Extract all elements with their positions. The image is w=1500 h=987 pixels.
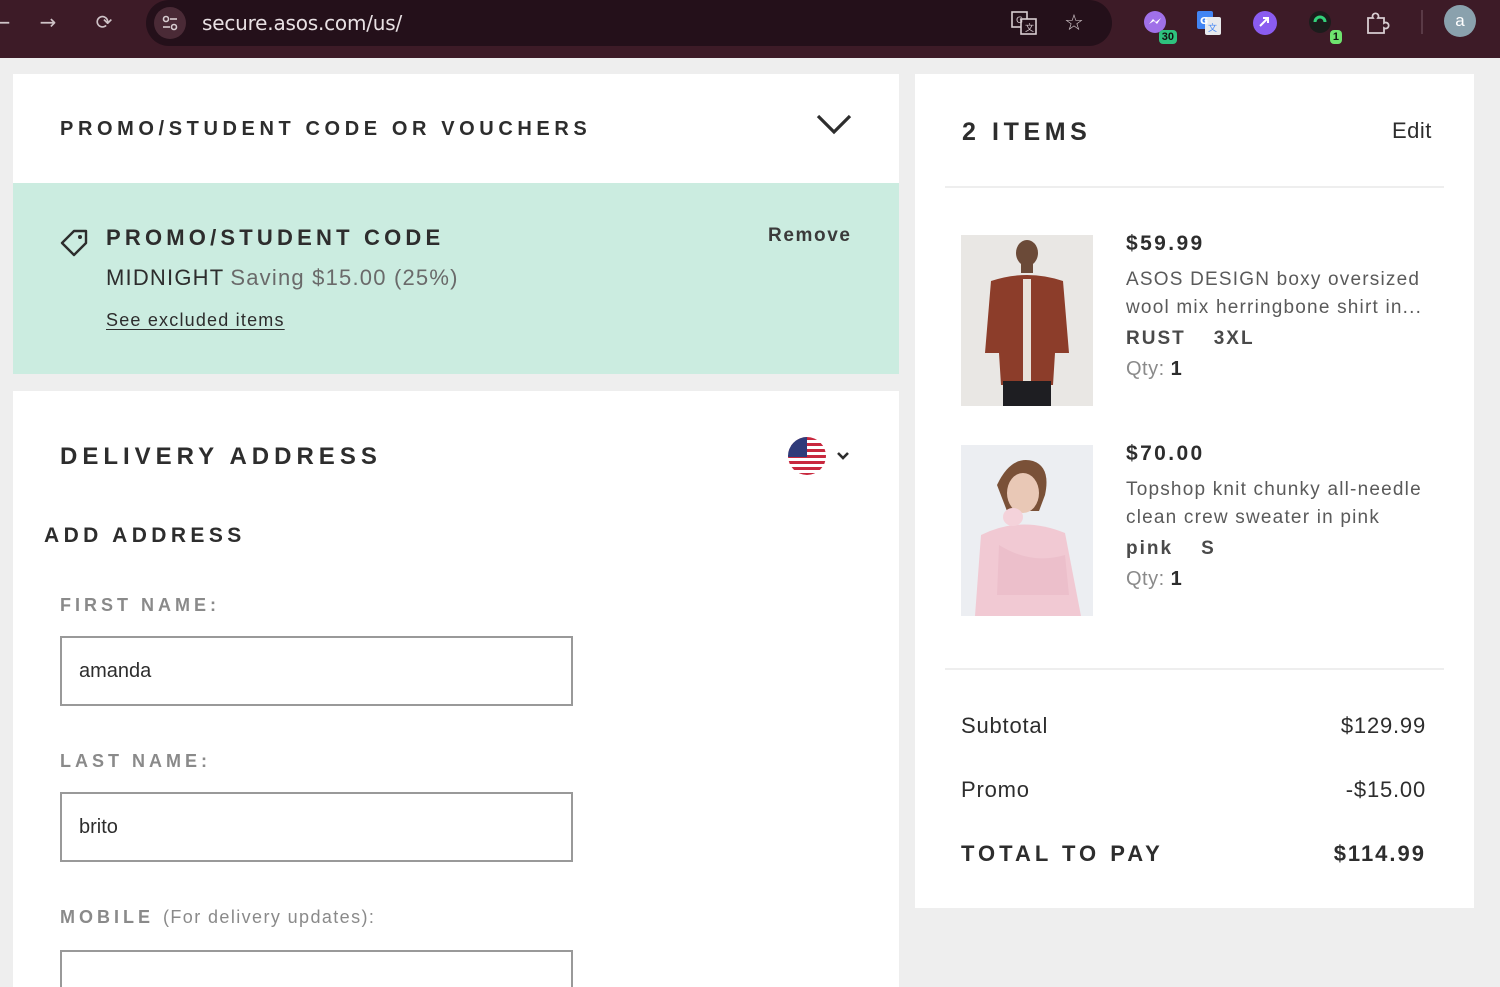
- item-color: pink: [1126, 538, 1174, 559]
- address-bar[interactable]: secure.asos.com/us/ G文 ☆: [146, 0, 1112, 46]
- total-row: TOTAL TO PAY $114.99: [961, 841, 1426, 867]
- promo-section-title[interactable]: PROMO/STUDENT CODE OR VOUCHERS: [60, 118, 591, 141]
- green-shield-extension-icon[interactable]: 1: [1304, 6, 1342, 44]
- qty-label: Qty:: [1126, 358, 1165, 380]
- promo-row: Promo -$15.00: [961, 777, 1426, 803]
- edit-bag-button[interactable]: Edit: [1392, 118, 1432, 144]
- promo-label: Promo: [961, 777, 1030, 802]
- item-size: S: [1201, 538, 1216, 559]
- site-info-icon[interactable]: [154, 7, 186, 39]
- remove-promo-button[interactable]: Remove: [768, 225, 852, 247]
- item-price: $70.00: [1126, 442, 1205, 465]
- mobile-label-text: MOBILE: [60, 907, 154, 927]
- translate-page-icon[interactable]: G文: [1009, 8, 1039, 38]
- subtotal-label: Subtotal: [961, 713, 1049, 738]
- us-flag-icon[interactable]: [788, 437, 826, 475]
- item-qty: Qty: 1: [1126, 568, 1426, 591]
- qty-value: 1: [1170, 358, 1183, 380]
- promo-code: MIDNIGHT: [106, 265, 225, 290]
- extension-badge: 1: [1329, 30, 1342, 44]
- price-tag-icon: [58, 227, 90, 259]
- applied-promo-box: PROMO/STUDENT CODE Remove MIDNIGHT Saving…: [13, 183, 899, 374]
- item-attributes: pink S: [1126, 538, 1426, 560]
- bag-item: $70.00 Topshop knit chunky all-needle cl…: [1126, 442, 1426, 591]
- last-name-label: LAST NAME:: [60, 751, 211, 771]
- delivery-address-title: DELIVERY ADDRESS: [60, 443, 382, 470]
- item-color: RUST: [1126, 328, 1186, 349]
- svg-text:G: G: [1016, 16, 1023, 26]
- promo-value: -$15.00: [1345, 777, 1426, 802]
- reload-icon[interactable]: ⟳: [88, 6, 120, 38]
- mobile-field[interactable]: [60, 950, 573, 987]
- url-text[interactable]: secure.asos.com/us/: [202, 11, 402, 35]
- item-qty: Qty: 1: [1126, 358, 1426, 381]
- qty-value: 1: [1170, 568, 1183, 590]
- toolbar-separator: [1421, 10, 1423, 34]
- product-image-sweater[interactable]: [961, 445, 1093, 616]
- total-value: $114.99: [1333, 841, 1426, 866]
- purple-link-extension-icon[interactable]: [1248, 6, 1282, 40]
- messenger-extension-icon[interactable]: 30: [1139, 6, 1177, 44]
- extensions-puzzle-icon[interactable]: [1360, 6, 1394, 40]
- country-chevron-down-icon[interactable]: [835, 449, 851, 461]
- bag-item: $59.99 ASOS DESIGN boxy oversized wool m…: [1126, 232, 1426, 381]
- google-translate-extension-icon[interactable]: G文: [1192, 6, 1226, 40]
- promo-saving-line: MIDNIGHT Saving $15.00 (25%): [106, 265, 459, 291]
- see-excluded-items-link[interactable]: See excluded items: [106, 310, 285, 331]
- total-label: TOTAL TO PAY: [961, 841, 1164, 866]
- divider: [945, 186, 1444, 188]
- add-address-title: ADD ADDRESS: [44, 524, 246, 547]
- item-attributes: RUST 3XL: [1126, 328, 1426, 350]
- items-count-title: 2 ITEMS: [962, 118, 1092, 146]
- order-summary-panel: 2 ITEMS Edit $59.99 ASOS DESIGN boxy ove…: [915, 74, 1474, 908]
- qty-label: Qty:: [1126, 568, 1165, 590]
- divider: [945, 668, 1444, 670]
- forward-icon[interactable]: →: [32, 6, 64, 38]
- chevron-down-icon[interactable]: [813, 110, 855, 140]
- promo-saving: Saving $15.00 (25%): [230, 265, 459, 290]
- extension-badge: 30: [1158, 30, 1177, 44]
- first-name-field[interactable]: [60, 636, 573, 706]
- item-description[interactable]: ASOS DESIGN boxy oversized wool mix herr…: [1126, 266, 1426, 322]
- item-price: $59.99: [1126, 232, 1205, 255]
- first-name-label: FIRST NAME:: [60, 595, 220, 615]
- svg-text:文: 文: [1025, 22, 1034, 34]
- profile-avatar[interactable]: a: [1444, 5, 1476, 37]
- subtotal-value: $129.99: [1340, 713, 1426, 738]
- applied-promo-title: PROMO/STUDENT CODE: [106, 225, 445, 250]
- mobile-label: MOBILE (For delivery updates):: [60, 907, 375, 928]
- subtotal-row: Subtotal $129.99: [961, 713, 1426, 739]
- back-icon[interactable]: ←: [0, 6, 18, 38]
- delivery-panel: DELIVERY ADDRESS ADD ADDRESS FIRST NAME:…: [13, 391, 899, 987]
- last-name-field[interactable]: [60, 792, 573, 862]
- mobile-label-hint: (For delivery updates):: [163, 907, 376, 927]
- item-description[interactable]: Topshop knit chunky all-needle clean cre…: [1126, 476, 1426, 532]
- browser-toolbar: ← → ⟳ secure.asos.com/us/ G文 ☆ 30 G文 1 a: [0, 0, 1500, 58]
- item-size: 3XL: [1213, 328, 1255, 349]
- product-image-shirt[interactable]: [961, 235, 1093, 406]
- promo-panel: PROMO/STUDENT CODE OR VOUCHERS PROMO/STU…: [13, 74, 899, 374]
- svg-text:文: 文: [1208, 22, 1217, 34]
- bookmark-star-icon[interactable]: ☆: [1059, 8, 1089, 38]
- svg-text:G: G: [1200, 16, 1208, 27]
